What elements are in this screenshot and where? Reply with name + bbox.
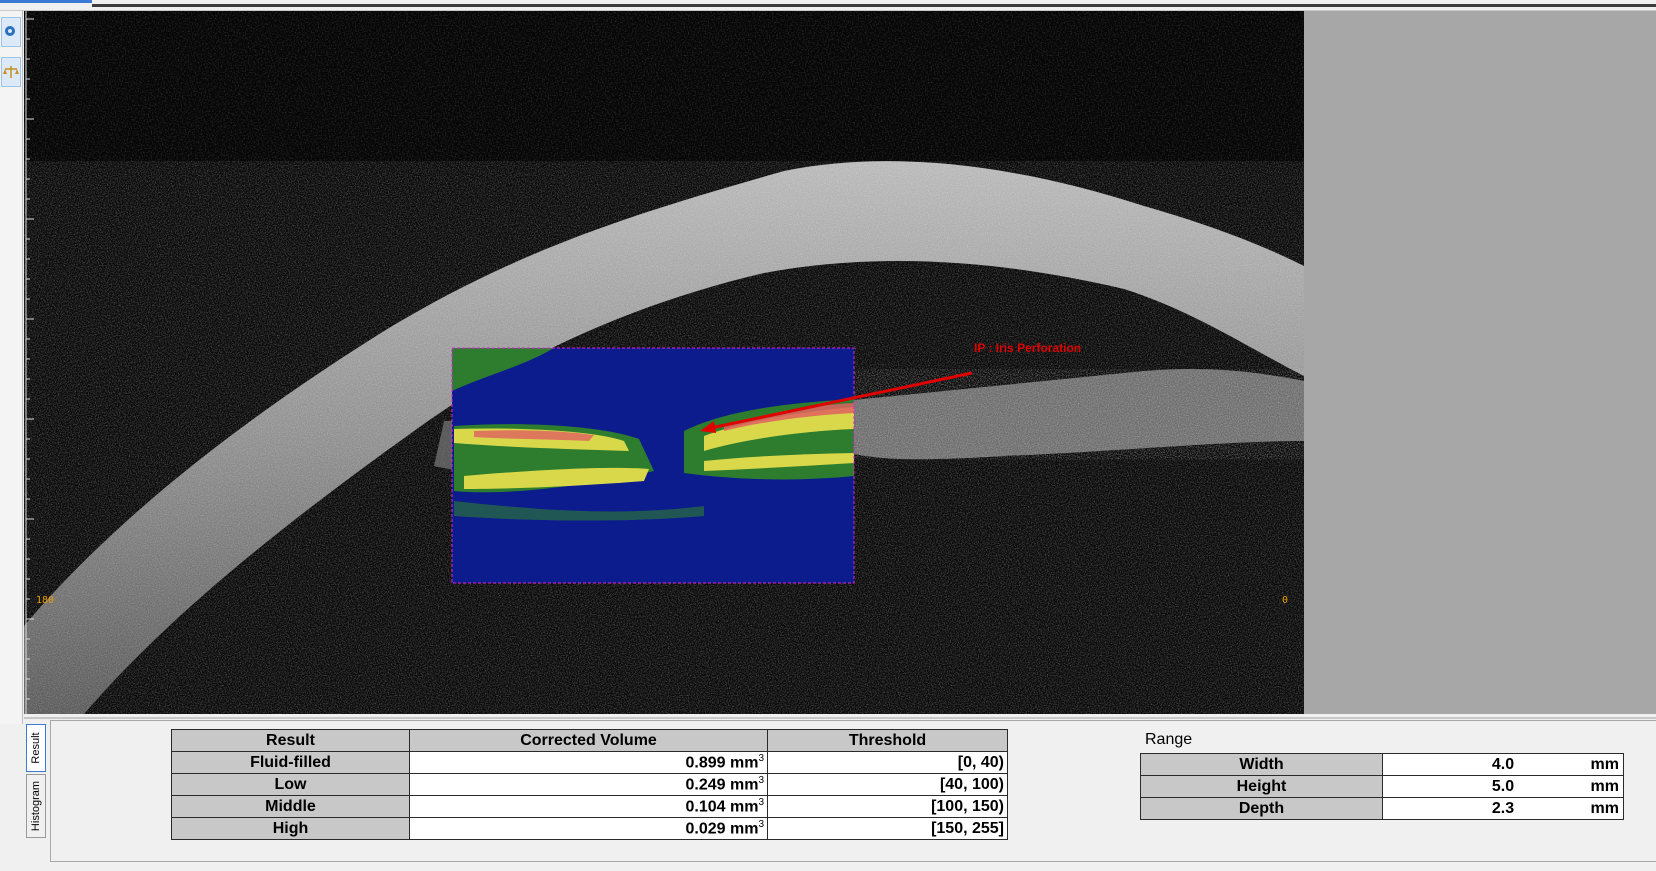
right-degree-label: 0: [1282, 595, 1289, 606]
scale-icon: [3, 66, 19, 78]
table-row: Depth 2.3 mm: [1140, 797, 1624, 820]
row-label: Fluid-filled: [171, 751, 410, 774]
volume-cell: 0.104 mm3: [409, 795, 768, 818]
table-row: Width 4.0 mm: [1140, 753, 1624, 776]
table-row: Height 5.0 mm: [1140, 775, 1624, 798]
left-toolbar: [0, 11, 23, 724]
side-panel: [1304, 11, 1656, 714]
volume-cell: 0.899 mm3: [409, 751, 768, 774]
threshold-cell: [40, 100): [767, 773, 1008, 796]
volume-unit: mm: [729, 820, 759, 838]
row-label: Depth: [1140, 797, 1383, 820]
tab-result[interactable]: Result: [26, 724, 46, 772]
range-unit: mm: [1590, 756, 1619, 773]
range-value-cell: 5.0 mm: [1382, 775, 1624, 798]
table-row: Middle 0.104 mm3 [100, 150): [171, 795, 1008, 818]
range-unit: mm: [1590, 800, 1619, 817]
tab-histogram-label: Histogram: [30, 780, 42, 832]
column-header: Threshold: [767, 729, 1008, 752]
row-label: Low: [171, 773, 410, 796]
roi-color-overlay[interactable]: [451, 347, 855, 584]
unit-exponent: 3: [758, 796, 764, 808]
column-header: Result: [171, 729, 410, 752]
top-strip: [0, 0, 1656, 11]
table-row: Low 0.249 mm3 [40, 100): [171, 773, 1008, 796]
volume-value: 0.029: [685, 820, 726, 838]
tab-histogram[interactable]: Histogram: [26, 774, 46, 838]
oct-image-viewer[interactable]: IP : Iris Perforation 180 0: [24, 11, 1304, 714]
threshold-cell: [100, 150): [767, 795, 1008, 818]
left-degree-label: 180: [36, 595, 55, 606]
active-tab-indicator: [0, 0, 92, 3]
panel-tabs: Result Histogram: [24, 720, 48, 842]
select-tool-button[interactable]: [1, 17, 21, 47]
range-table: Width 4.0 mm Height 5.0 mm Depth 2.3 mm: [1140, 753, 1624, 820]
range-value-cell: 4.0 mm: [1382, 753, 1624, 776]
range-title: Range: [1145, 731, 1193, 748]
range-unit: mm: [1590, 778, 1619, 795]
table-row: High 0.029 mm3 [150, 255]: [171, 817, 1008, 840]
oct-scan-image: [24, 11, 1304, 714]
row-label: Height: [1140, 775, 1383, 798]
range-value: 2.3: [1491, 799, 1515, 817]
unit-exponent: 3: [758, 752, 764, 764]
column-header: Corrected Volume: [409, 729, 768, 752]
tab-result-label: Result: [30, 732, 42, 764]
threshold-cell: [150, 255]: [767, 817, 1008, 840]
vertical-ruler: [25, 11, 34, 714]
result-table: Result Corrected Volume Threshold Fluid-…: [171, 729, 1008, 840]
horizontal-ruler-bar: [92, 4, 1656, 7]
volume-unit: mm: [729, 754, 759, 772]
volume-value: 0.104: [685, 798, 726, 816]
volume-value: 0.899: [685, 754, 726, 772]
range-value: 4.0: [1491, 755, 1515, 773]
measure-tool-button[interactable]: [1, 57, 21, 87]
row-label: Middle: [171, 795, 410, 818]
range-value-cell: 2.3 mm: [1382, 797, 1624, 820]
volume-unit: mm: [729, 798, 759, 816]
table-row: Fluid-filled 0.899 mm3 [0, 40): [171, 751, 1008, 774]
threshold-cell: [0, 40): [767, 751, 1008, 774]
volume-cell: 0.029 mm3: [409, 817, 768, 840]
volume-unit: mm: [729, 776, 759, 794]
row-label: High: [171, 817, 410, 840]
gear-icon: [5, 26, 15, 36]
unit-exponent: 3: [758, 774, 764, 786]
range-value: 5.0: [1491, 777, 1515, 795]
unit-exponent: 3: [758, 818, 764, 830]
annotation-label[interactable]: IP : Iris Perforation: [974, 341, 1081, 355]
volume-cell: 0.249 mm3: [409, 773, 768, 796]
result-table-header: Result Corrected Volume Threshold: [171, 729, 1008, 752]
row-label: Width: [1140, 753, 1383, 776]
volume-value: 0.249: [685, 776, 726, 794]
